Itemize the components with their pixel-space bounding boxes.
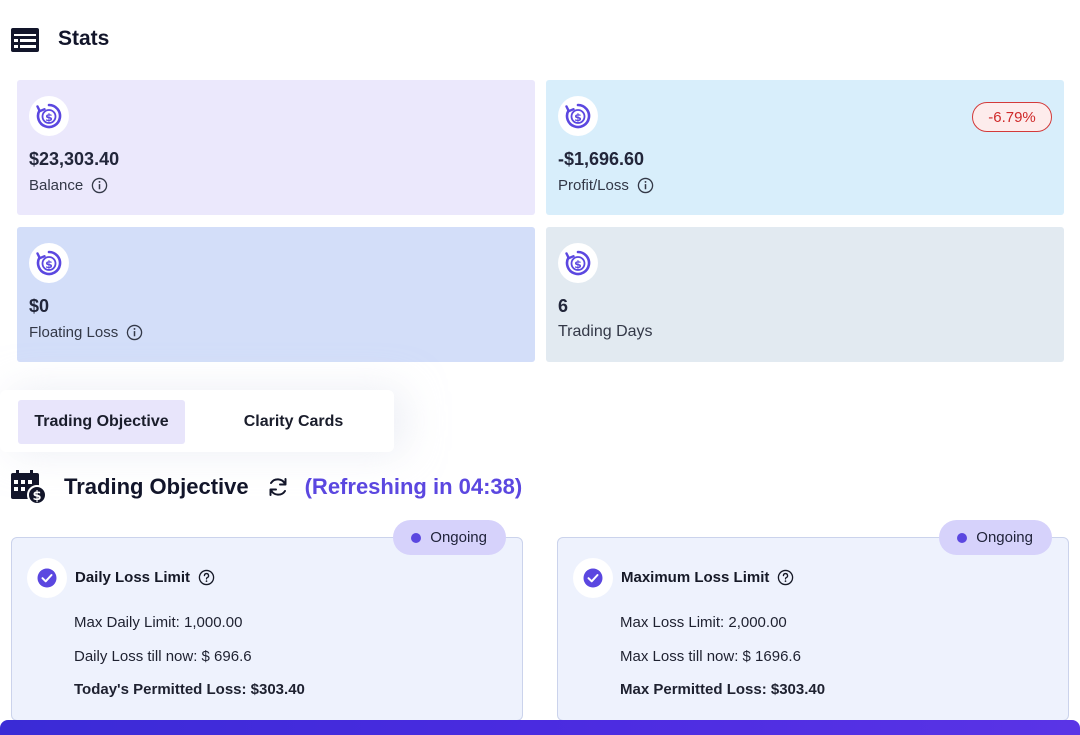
svg-text:$: $ (32, 489, 41, 504)
info-icon[interactable] (91, 177, 108, 194)
tab-trading-objective[interactable]: Trading Objective (18, 400, 185, 444)
todays-permitted-loss-text: Today's Permitted Loss: $303.40 (74, 681, 305, 698)
floating-loss-value: $0 (29, 296, 50, 316)
trading-days-value: 6 (558, 296, 569, 316)
profit-loss-value: -$1,696.60 (558, 149, 645, 169)
trading-days-label: Trading Days (558, 323, 653, 340)
max-loss-till-now-text: Max Loss till now: $ 1696.6 (620, 648, 801, 665)
profit-loss-label: Profit/Loss (558, 177, 654, 194)
status-badge: Ongoing (393, 520, 506, 555)
dollar-refresh-icon: $ (29, 243, 69, 283)
svg-text:$: $ (574, 258, 582, 271)
section-title: Trading Objective (64, 474, 249, 499)
svg-text:$: $ (45, 258, 53, 271)
trading-days-card: $ 6 Trading Days (546, 227, 1064, 362)
status-dot-icon (957, 532, 968, 543)
refresh-countdown: (Refreshing in 04:38) (304, 474, 523, 499)
profit-loss-card: $ -6.79% -$1,696.60 Profit/Loss (546, 80, 1064, 215)
question-circle-icon[interactable] (198, 569, 215, 586)
daily-loss-limit-card: Ongoing Daily Loss Limit Max Daily Limit… (11, 520, 523, 721)
calendar-dollar-icon: $ (11, 470, 46, 504)
objective-title: Maximum Loss Limit (621, 569, 794, 586)
dollar-refresh-icon: $ (558, 243, 598, 283)
page-title: Stats (58, 27, 110, 50)
balance-value: $23,303.40 (29, 149, 120, 169)
svg-text:$: $ (45, 111, 53, 124)
dollar-refresh-icon: $ (558, 96, 598, 136)
svg-text:$: $ (574, 111, 582, 124)
max-daily-limit-text: Max Daily Limit: 1,000.00 (74, 614, 243, 631)
dollar-refresh-icon: $ (29, 96, 69, 136)
dashboard-card-icon (11, 28, 39, 52)
maximum-loss-limit-card: Ongoing Maximum Loss Limit Max Loss Limi… (557, 520, 1069, 721)
max-permitted-loss-text: Max Permitted Loss: $303.40 (620, 681, 826, 698)
floating-loss-label: Floating Loss (29, 324, 143, 341)
percent-change-badge: -6.79% (972, 102, 1052, 132)
tab-bar: Trading Objective Clarity Cards (0, 390, 394, 452)
tab-clarity-cards[interactable]: Clarity Cards (200, 400, 387, 444)
objective-title: Daily Loss Limit (75, 569, 215, 586)
status-dot-icon (411, 532, 422, 543)
balance-card: $ $23,303.40 Balance (17, 80, 535, 215)
bottom-bar (0, 720, 1080, 735)
check-circle-icon (27, 558, 67, 598)
trading-objective-header: $ Trading Objective (Refreshing in 04:38… (10, 470, 522, 504)
check-circle-icon (573, 558, 613, 598)
stats-header: Stats (10, 24, 109, 54)
status-badge: Ongoing (939, 520, 1052, 555)
refresh-icon[interactable] (266, 475, 290, 499)
floating-loss-card: $ $0 Floating Loss (17, 227, 535, 362)
balance-label: Balance (29, 177, 108, 194)
daily-loss-till-now-text: Daily Loss till now: $ 696.6 (74, 648, 252, 665)
info-icon[interactable] (637, 177, 654, 194)
info-icon[interactable] (126, 324, 143, 341)
max-loss-limit-text: Max Loss Limit: 2,000.00 (620, 614, 787, 631)
question-circle-icon[interactable] (777, 569, 794, 586)
